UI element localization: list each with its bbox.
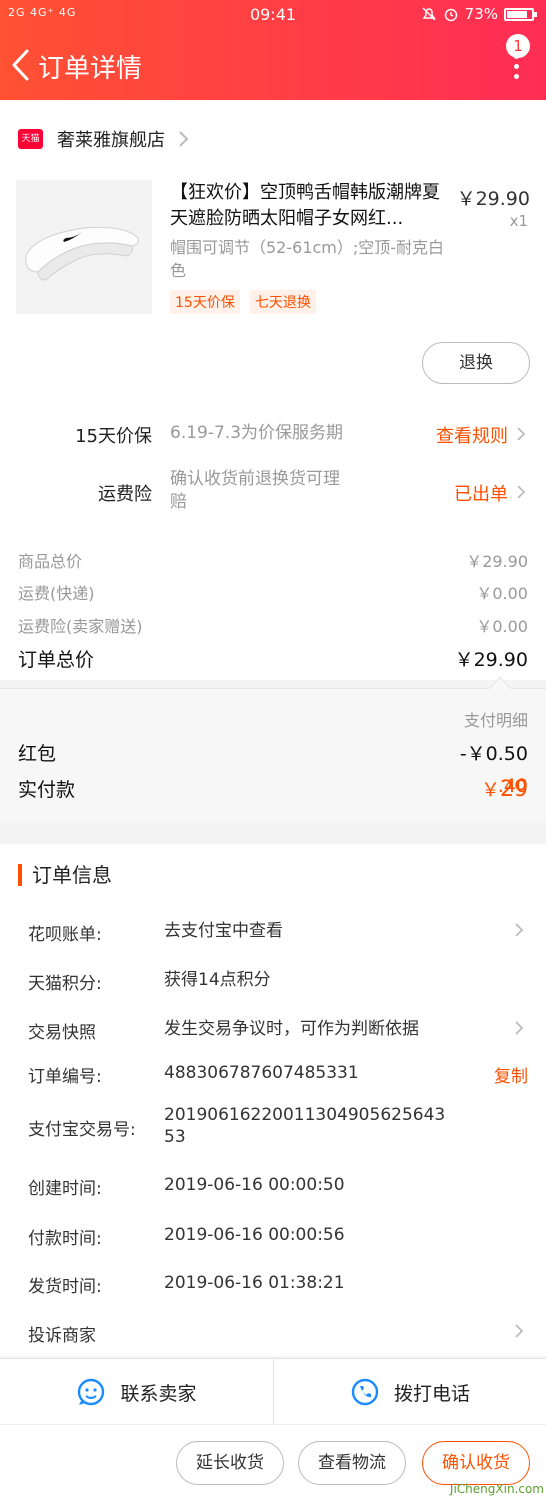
product-image[interactable] bbox=[16, 180, 152, 314]
watermark: JiChengXin.com bbox=[449, 1482, 544, 1496]
chevron-right-icon bbox=[517, 485, 526, 499]
summary-label: 运费(快递) bbox=[18, 584, 95, 603]
chevron-right-icon bbox=[515, 1021, 524, 1035]
service-label: 15天价保 bbox=[75, 426, 152, 447]
info-key: 发货时间: bbox=[28, 1277, 102, 1297]
notch bbox=[488, 676, 512, 700]
alarm-icon bbox=[444, 8, 457, 22]
return-exchange-button[interactable]: 退换 bbox=[422, 342, 530, 384]
product-price: ￥29.90 bbox=[456, 188, 530, 210]
info-value: 2019-06-16 00:00:50 bbox=[164, 1175, 345, 1195]
order-action-bar: 延长收货 查看物流 确认收货 JiChengXin.com bbox=[0, 1424, 546, 1500]
info-value: 去支付宝中查看 bbox=[164, 921, 283, 941]
info-key: 花呗账单: bbox=[28, 925, 102, 945]
summary-row: 运费险(卖家赠送) ￥0.00 bbox=[18, 613, 528, 637]
service-desc: 确认收货前退换货可理赔 bbox=[170, 469, 340, 512]
tag-price-protect: 15天价保 bbox=[170, 290, 240, 314]
info-key: 天猫积分: bbox=[28, 974, 102, 994]
chevron-right-icon bbox=[179, 131, 189, 147]
info-key: 付款时间: bbox=[28, 1229, 102, 1249]
order-card: 天猫 奢莱雅旗舰店 【狂欢价】空顶鸭舌帽韩版潮牌夏天遮脸防晒太阳帽子女网红...… bbox=[0, 100, 546, 680]
info-key: 支付宝交易号: bbox=[28, 1120, 136, 1140]
summary-value: ￥0.00 bbox=[476, 617, 528, 636]
info-value: 发生交易争议时，可作为判断依据 bbox=[164, 1019, 419, 1039]
tmall-icon: 天猫 bbox=[18, 129, 43, 149]
summary-value: ￥29.90 bbox=[466, 552, 528, 571]
chat-smile-icon bbox=[78, 1378, 105, 1406]
chevron-right-icon bbox=[515, 923, 524, 937]
copy-button[interactable]: 复制 bbox=[494, 1062, 528, 1087]
view-rules-link[interactable]: 查看规则 bbox=[436, 422, 508, 448]
visor-cap-image bbox=[16, 180, 152, 314]
product-title[interactable]: 【狂欢价】空顶鸭舌帽韩版潮牌夏天遮脸防晒太阳帽子女网红... bbox=[170, 180, 450, 232]
red-packet-row: 红包 -￥0.50 bbox=[18, 739, 528, 766]
red-packet-value: -￥0.50 bbox=[459, 743, 528, 765]
shop-name: 奢莱雅旗舰店 bbox=[57, 130, 165, 151]
summary-row: 商品总价 ￥29.90 bbox=[18, 548, 528, 572]
complaint-label: 投诉商家 bbox=[28, 1326, 96, 1346]
view-logistics-button[interactable]: 查看物流 bbox=[298, 1441, 406, 1485]
page-title: 订单详情 bbox=[38, 54, 143, 84]
info-value: 获得14点积分 bbox=[164, 970, 271, 990]
summary-value: ￥0.00 bbox=[476, 584, 528, 603]
actual-pay-row: 实付款 ￥29.40 bbox=[18, 775, 528, 802]
policy-issued-link[interactable]: 已出单 bbox=[454, 480, 508, 506]
product-spec: 帽围可调节（52-61cm）;空顶-耐克白色 bbox=[170, 238, 445, 280]
service-desc: 6.19-7.3为价保服务期 bbox=[170, 423, 344, 443]
summary-row: 运费(快递) ￥0.00 bbox=[18, 580, 528, 604]
call-label: 拨打电话 bbox=[393, 1382, 470, 1405]
order-info-card: 订单信息 花呗账单: 去支付宝中查看 天猫积分: 获得14点积分 交易快照 发生… bbox=[0, 844, 546, 1356]
phone-icon bbox=[351, 1378, 379, 1406]
confirm-receipt-button[interactable]: 确认收货 bbox=[422, 1441, 530, 1485]
order-total-row: 订单总价 ￥29.90 bbox=[18, 645, 528, 672]
service-label: 运费险 bbox=[98, 484, 152, 505]
order-number: 488306787607485331 bbox=[164, 1063, 359, 1083]
chevron-right-icon bbox=[517, 427, 526, 441]
status-right: 73% bbox=[421, 5, 537, 23]
payment-detail-link[interactable]: 支付明细 bbox=[464, 707, 528, 731]
more-menu-icon[interactable] bbox=[512, 54, 520, 84]
summary-label: 运费险(卖家赠送) bbox=[18, 617, 143, 636]
service-row-shipping-insurance[interactable]: 运费险 确认收货前退换货可理赔 已出单 bbox=[0, 468, 546, 518]
battery-icon bbox=[504, 7, 537, 21]
status-bar: 2G 4G⁺ 4G 09:41 73% bbox=[0, 0, 546, 30]
battery-percent: 73% bbox=[464, 5, 498, 23]
tag-seven-day-return: 七天退换 bbox=[249, 290, 316, 314]
order-total-label: 订单总价 bbox=[18, 649, 95, 671]
contact-bar: 联系卖家 拨打电话 bbox=[0, 1358, 546, 1425]
actual-pay-value: ￥29.40 bbox=[481, 775, 528, 802]
amount-decimal: .40 bbox=[497, 775, 528, 797]
info-key: 订单编号: bbox=[28, 1067, 102, 1087]
call-button[interactable]: 拨打电话 bbox=[273, 1359, 546, 1425]
contact-seller-button[interactable]: 联系卖家 bbox=[0, 1359, 273, 1425]
extend-receipt-button[interactable]: 延长收货 bbox=[176, 1441, 284, 1485]
info-key: 交易快照 bbox=[28, 1023, 96, 1043]
payment-box: 支付明细 红包 -￥0.50 实付款 ￥29.40 bbox=[0, 676, 546, 822]
contact-seller-label: 联系卖家 bbox=[120, 1382, 197, 1405]
back-arrow-icon[interactable] bbox=[10, 48, 30, 82]
mute-bell-icon bbox=[422, 7, 436, 21]
shop-link[interactable]: 天猫 奢莱雅旗舰店 bbox=[18, 126, 189, 152]
info-value: 2019-06-16 00:00:56 bbox=[164, 1225, 345, 1245]
chevron-right-icon bbox=[515, 1324, 524, 1338]
alipay-trade-number: 20190616220011304905625643 53 bbox=[164, 1105, 446, 1147]
order-total-value: ￥29.90 bbox=[454, 649, 528, 671]
order-info-title: 订单信息 bbox=[18, 864, 112, 886]
red-packet-label: 红包 bbox=[18, 743, 57, 765]
info-key: 创建时间: bbox=[28, 1179, 102, 1199]
summary-label: 商品总价 bbox=[18, 552, 83, 571]
product-qty: x1 bbox=[509, 212, 528, 230]
service-row-price-protect[interactable]: 15天价保 6.19-7.3为价保服务期 查看规则 bbox=[0, 420, 546, 460]
app-header: 2G 4G⁺ 4G 09:41 73% 订单详情 1 bbox=[0, 0, 546, 100]
actual-pay-label: 实付款 bbox=[18, 779, 76, 801]
service-tags: 15天价保 七天退换 bbox=[170, 290, 316, 314]
info-value: 2019-06-16 01:38:21 bbox=[164, 1273, 345, 1293]
